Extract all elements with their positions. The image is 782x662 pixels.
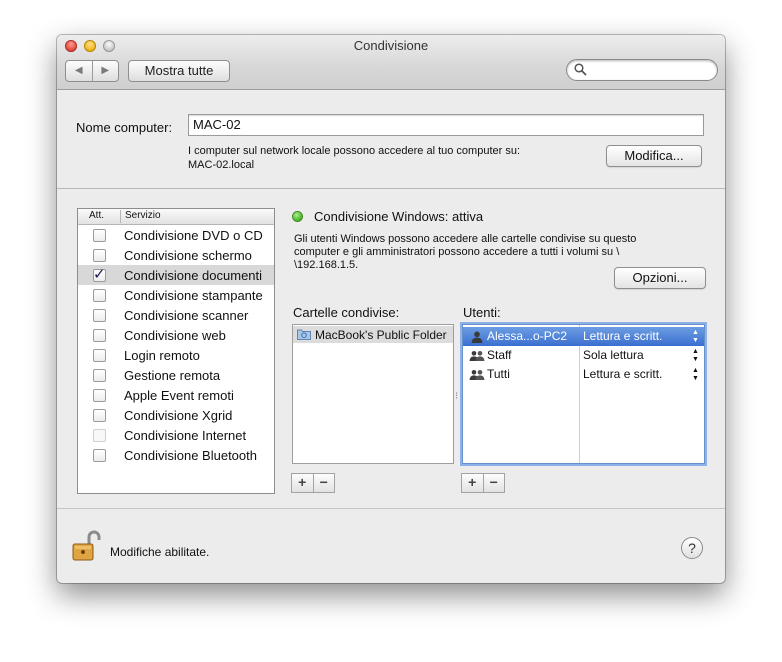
window-title: Condivisione (353, 38, 429, 53)
service-row[interactable]: Gestione remota (78, 365, 274, 385)
sharing-window: Condivisione ◀ ▶ Mostra tutte Nome compu… (57, 35, 725, 583)
title-bar: Condivisione ◀ ▶ Mostra tutte (57, 35, 725, 90)
service-row[interactable]: Condivisione web (78, 325, 274, 345)
service-checkbox[interactable] (93, 389, 106, 402)
user-row[interactable]: Staff Sola lettura ▲ ▼ (463, 346, 704, 365)
popup-stepper-icon[interactable]: ▲ ▼ (692, 365, 699, 383)
service-name: Condivisione documenti (124, 268, 263, 283)
stepper-down: ▼ (692, 337, 699, 344)
stepper-down: ▼ (692, 356, 699, 363)
stepper-up: ▲ (692, 367, 699, 374)
user-row[interactable]: Tutti Lettura e scritt. ▲ ▼ (463, 365, 704, 384)
computer-name-label: Nome computer: (76, 120, 173, 135)
search-icon (574, 63, 587, 76)
service-row[interactable]: Condivisione stampante (78, 285, 274, 305)
group-icon (469, 370, 485, 380)
service-checkbox[interactable] (93, 369, 106, 382)
services-header: Att. Servizio (78, 209, 274, 225)
service-name: Condivisione stampante (124, 288, 263, 303)
service-name: Login remoto (124, 348, 200, 363)
service-row[interactable]: Condivisione Xgrid (78, 405, 274, 425)
service-name: Condivisione DVD o CD (124, 228, 263, 243)
computer-name-info: I computer sul network locale possono ac… (188, 144, 588, 172)
lock-icon[interactable] (72, 529, 102, 561)
users-label: Utenti: (463, 305, 501, 320)
service-row[interactable]: Condivisione scanner (78, 305, 274, 325)
service-name: Condivisione Xgrid (124, 408, 233, 423)
folder-item[interactable]: MacBook's Public Folder (293, 326, 453, 343)
resize-handle-icon[interactable]: ⁝ (455, 391, 458, 402)
users-list: Alessa...o-PC2 Lettura e scritt. ▲ ▼ Staff So… (462, 324, 705, 464)
service-name: Condivisione scanner (124, 308, 249, 323)
single-user-icon (471, 331, 483, 343)
service-row[interactable]: Apple Event remoti (78, 385, 274, 405)
popup-stepper-icon[interactable]: ▲ ▼ (692, 346, 699, 364)
folder-add-remove: + − (291, 473, 335, 493)
service-row[interactable]: Condivisione DVD o CD (78, 225, 274, 245)
service-status: Condivisione Windows: attiva (314, 209, 484, 224)
service-name: Gestione remota (124, 368, 221, 383)
forward-button[interactable]: ▶ (91, 61, 119, 81)
service-checkbox[interactable] (93, 309, 106, 322)
remove-user-button[interactable]: − (482, 474, 505, 492)
service-name: Condivisione Bluetooth (124, 448, 257, 463)
edit-name-button[interactable]: Modifica... (606, 145, 702, 167)
service-row[interactable]: Login remoto (78, 345, 274, 365)
service-name: Condivisione Internet (124, 428, 247, 443)
popup-stepper-icon[interactable]: ▲ ▼ (692, 327, 699, 345)
user-row[interactable]: Alessa...o-PC2 Lettura e scritt. ▲ ▼ (463, 327, 704, 346)
computer-name-field[interactable]: MAC-02 (188, 114, 704, 136)
stepper-up: ▲ (692, 329, 699, 336)
service-checkbox[interactable] (93, 289, 106, 302)
stepper-down: ▼ (692, 375, 699, 382)
lock-status-text: Modifiche abilitate. (110, 545, 210, 559)
service-row[interactable]: Condivisione schermo (78, 245, 274, 265)
checkmark-icon: ✓ (93, 266, 106, 283)
user-name: Alessa...o-PC2 (487, 329, 568, 343)
user-name: Staff (487, 348, 512, 362)
remove-folder-button[interactable]: − (312, 474, 335, 492)
service-checkbox[interactable] (93, 449, 106, 462)
add-folder-button[interactable]: + (292, 474, 313, 492)
permission-popup[interactable]: Lettura e scritt. (583, 329, 662, 343)
permission-popup[interactable]: Lettura e scritt. (583, 367, 662, 381)
service-checkbox (93, 429, 106, 442)
service-name: Condivisione schermo (124, 248, 252, 263)
col-header-service[interactable]: Servizio (120, 210, 161, 223)
public-folder-icon (297, 329, 311, 340)
status-indicator-icon (293, 212, 302, 221)
service-checkbox[interactable] (93, 229, 106, 242)
permission-popup[interactable]: Sola lettura (583, 348, 644, 362)
shared-folders-label: Cartelle condivise: (293, 305, 400, 320)
service-row[interactable]: Condivisione Internet (78, 425, 274, 445)
service-checkbox[interactable] (93, 349, 106, 362)
nav-back-forward: ◀ ▶ (65, 60, 119, 82)
footer-divider (57, 508, 725, 509)
stepper-up: ▲ (692, 348, 699, 355)
help-button[interactable]: ? (681, 537, 703, 559)
service-checkbox[interactable] (93, 249, 106, 262)
service-row[interactable]: ✓ Condivisione documenti (78, 265, 274, 285)
computer-name-info-line1: I computer sul network locale possono ac… (188, 145, 521, 157)
user-name: Tutti (487, 367, 510, 381)
shared-folders-list: MacBook's Public Folder (292, 324, 454, 464)
service-row[interactable]: Condivisione Bluetooth (78, 445, 274, 465)
service-checkbox[interactable] (93, 409, 106, 422)
add-user-button[interactable]: + (462, 474, 483, 492)
search-input[interactable] (566, 59, 718, 81)
user-add-remove: + − (461, 473, 505, 493)
computer-name-section: Nome computer: MAC-02 I computer sul net… (57, 90, 725, 189)
computer-name-info-line2: MAC-02.local (188, 159, 255, 171)
group-icon (469, 351, 485, 361)
col-header-on[interactable]: Att. (89, 210, 104, 221)
show-all-button[interactable]: Mostra tutte (128, 60, 230, 82)
service-name: Condivisione web (124, 328, 226, 343)
service-name: Apple Event remoti (124, 388, 234, 403)
services-list: Att. Servizio Condivisione DVD o CD Condi… (77, 208, 275, 494)
service-checkbox[interactable]: ✓ (93, 266, 106, 283)
options-button[interactable]: Opzioni... (614, 267, 706, 289)
back-button[interactable]: ◀ (66, 61, 92, 81)
folder-name: MacBook's Public Folder (315, 328, 447, 342)
service-checkbox[interactable] (93, 329, 106, 342)
